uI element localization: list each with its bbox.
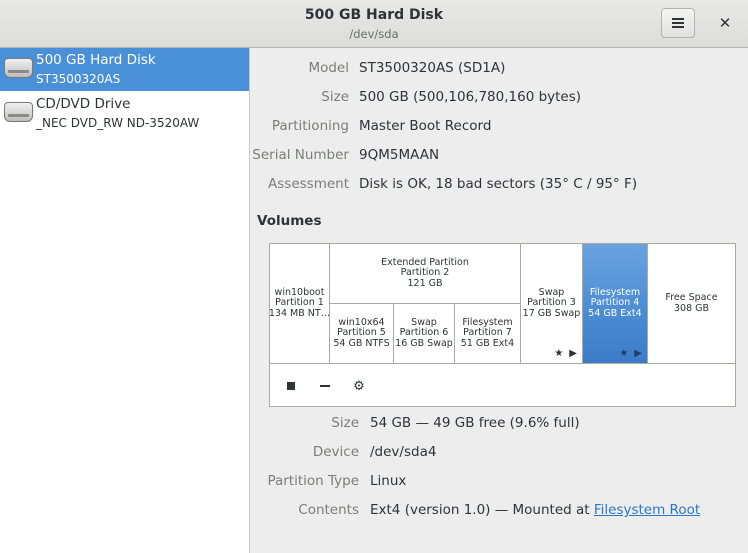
partition-7-segment[interactable]: Filesystem Partition 7 51 GB Ext4 — [455, 304, 521, 363]
partition-size: 134 MB NT… — [270, 307, 330, 319]
extended-partition-segment[interactable]: Extended Partition Partition 2 121 GB — [330, 244, 521, 304]
partition-name: Free Space — [665, 292, 718, 303]
partition-size-value: 54 GB — 49 GB free (9.6% full) — [370, 415, 580, 431]
partition-1-segment[interactable]: win10boot Partition 1 134 MB NT… — [270, 244, 330, 363]
unmount-button[interactable] — [280, 375, 302, 397]
window-title: 500 GB Hard Disk — [304, 7, 444, 23]
stop-icon — [287, 382, 295, 390]
hamburger-icon — [672, 18, 684, 28]
volume-toolbar: ⚙ — [270, 365, 735, 406]
assessment-label: Assessment — [268, 176, 349, 192]
partition-size: 54 GB Ext4 — [588, 307, 642, 319]
partition-4-segment[interactable]: Filesystem Partition 4 54 GB Ext4 ★ ▶ — [583, 244, 648, 363]
partition-size: 17 GB Swap — [522, 307, 581, 319]
partition-status-icons: ★ ▶ — [554, 349, 577, 359]
delete-partition-button[interactable] — [314, 375, 336, 397]
partition-map: win10boot Partition 1 134 MB NT… Extende… — [270, 244, 735, 364]
close-button[interactable]: ✕ — [712, 10, 738, 36]
partition-type-value: Linux — [370, 473, 407, 489]
partitioning-value: Master Boot Record — [359, 118, 492, 134]
sidebar-item-optical-drive[interactable]: CD/DVD Drive _NEC DVD_RW ND-3520AW — [0, 92, 249, 135]
size-value: 500 GB (500,106,780,160 bytes) — [359, 89, 582, 105]
partition-5-segment[interactable]: win10x64 Partition 5 54 GB NTFS — [330, 304, 394, 363]
partition-size-label: Size — [331, 415, 359, 431]
close-icon: ✕ — [718, 14, 732, 32]
partition-size: 16 GB Swap — [395, 337, 453, 349]
volumes-widget: win10boot Partition 1 134 MB NT… Extende… — [269, 243, 736, 407]
drive-sidebar: 500 GB Hard Disk ST3500320AS CD/DVD Driv… — [0, 48, 250, 553]
drive-name: CD/DVD Drive — [36, 96, 131, 112]
volumes-heading: Volumes — [257, 213, 322, 229]
device-value: /dev/sda4 — [370, 444, 437, 460]
gears-icon: ⚙ — [353, 378, 365, 394]
filesystem-root-link[interactable]: Filesystem Root — [594, 502, 700, 518]
serial-number-value: 9QM5MAAN — [359, 147, 440, 163]
model-label: Model — [308, 60, 349, 76]
optical-drive-icon — [4, 102, 33, 122]
partitioning-label: Partitioning — [271, 118, 349, 134]
free-space-segment[interactable]: Free Space 308 GB — [648, 244, 735, 363]
drive-name: 500 GB Hard Disk — [36, 52, 156, 68]
partition-size: 54 GB NTFS — [333, 337, 390, 349]
model-value: ST3500320AS (SD1A) — [359, 60, 506, 76]
sidebar-item-hard-disk[interactable]: 500 GB Hard Disk ST3500320AS — [0, 48, 249, 91]
hard-disk-icon — [4, 58, 33, 78]
partition-6-segment[interactable]: Swap Partition 6 16 GB Swap — [394, 304, 455, 363]
serial-number-label: Serial Number — [252, 147, 349, 163]
play-icon: ▶ — [634, 348, 642, 359]
size-label: Size — [321, 89, 349, 105]
play-icon: ▶ — [569, 348, 577, 359]
window-subtitle: /dev/sda — [349, 27, 399, 41]
partition-3-segment[interactable]: Swap Partition 3 17 GB Swap ★ ▶ — [521, 244, 583, 363]
menu-button[interactable] — [661, 8, 695, 38]
minus-icon — [320, 385, 330, 387]
contents-text: Ext4 (version 1.0) — Mounted at — [370, 502, 594, 518]
star-icon: ★ — [619, 348, 629, 359]
drive-model: _NEC DVD_RW ND-3520AW — [36, 116, 200, 130]
partition-size: 308 GB — [673, 302, 710, 314]
contents-label: Contents — [298, 502, 359, 518]
assessment-value: Disk is OK, 18 bad sectors (35° C / 95° … — [359, 176, 638, 192]
drive-details-panel: Model ST3500320AS (SD1A) Size 500 GB (50… — [251, 48, 748, 553]
partition-type-label: Partition Type — [267, 473, 359, 489]
partition-status-icons: ★ ▶ — [619, 349, 642, 359]
partition-size: 51 GB Ext4 — [460, 337, 515, 349]
drive-model: ST3500320AS — [36, 72, 121, 86]
device-label: Device — [312, 444, 359, 460]
star-icon: ★ — [554, 348, 564, 359]
header-bar: 500 GB Hard Disk /dev/sda ✕ — [0, 0, 748, 48]
partition-settings-button[interactable]: ⚙ — [348, 375, 370, 397]
contents-value: Ext4 (version 1.0) — Mounted at Filesyst… — [370, 502, 700, 518]
partition-size: 121 GB — [407, 277, 443, 289]
